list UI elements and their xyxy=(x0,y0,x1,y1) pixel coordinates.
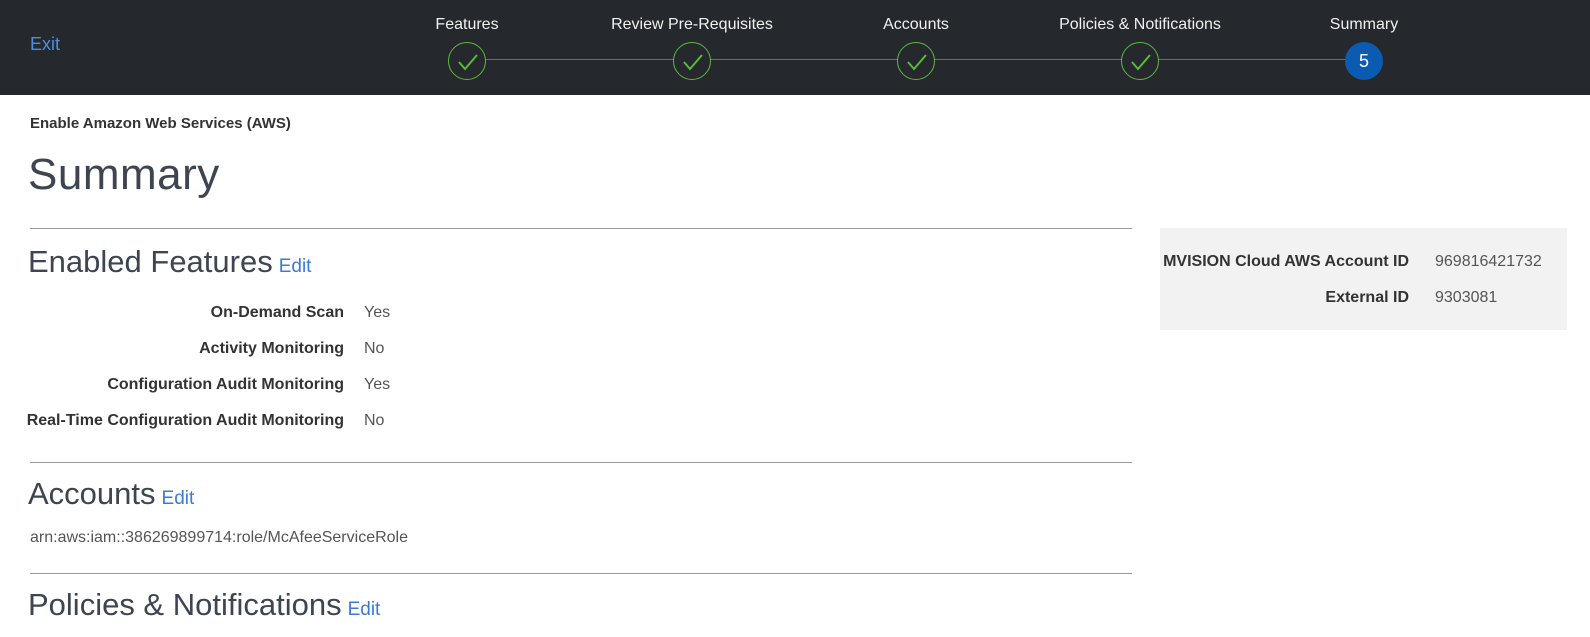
accounts-heading: Accounts Edit xyxy=(28,476,194,512)
step-complete-indicator xyxy=(673,42,711,80)
step-complete-indicator xyxy=(448,42,486,80)
checkmark-icon xyxy=(1131,54,1151,71)
account-arn: arn:aws:iam::386269899714:role/McAfeeSer… xyxy=(30,529,408,546)
info-label: MVISION Cloud AWS Account ID xyxy=(1163,253,1409,270)
policies-heading: Policies & Notifications Edit xyxy=(28,587,380,623)
step-summary[interactable]: Summary 5 xyxy=(1254,0,1474,95)
feature-label: Configuration Audit Monitoring xyxy=(107,376,344,393)
step-accounts[interactable]: Accounts xyxy=(806,0,1026,95)
feature-value: No xyxy=(364,412,385,429)
section-divider xyxy=(30,573,1132,574)
wizard-steps: Features Review Pre-Requisites Accounts xyxy=(0,0,1590,95)
info-value: 969816421732 xyxy=(1435,253,1542,270)
feature-label: Real-Time Configuration Audit Monitoring xyxy=(26,412,344,429)
feature-row: Real-Time Configuration Audit Monitoring… xyxy=(0,412,600,436)
page-subtitle: Enable Amazon Web Services (AWS) xyxy=(30,115,291,132)
section-divider xyxy=(30,462,1132,463)
wizard-header: Exit Features Review Pre-Requisites Acco… xyxy=(0,0,1590,95)
checkmark-icon xyxy=(458,54,478,71)
step-complete-indicator xyxy=(897,42,935,80)
checkmark-icon xyxy=(683,54,703,71)
feature-value: Yes xyxy=(364,304,391,321)
edit-policies-link[interactable]: Edit xyxy=(348,599,381,620)
step-label: Review Pre-Requisites xyxy=(611,16,773,33)
feature-row: Activity Monitoring No xyxy=(0,340,600,364)
account-info-panel: MVISION Cloud AWS Account ID 96981642173… xyxy=(1160,228,1567,330)
section-divider xyxy=(30,228,1132,229)
step-label: Features xyxy=(435,16,499,33)
edit-features-link[interactable]: Edit xyxy=(279,256,312,277)
feature-row: On-Demand Scan Yes xyxy=(0,304,600,328)
section-title: Enabled Features xyxy=(28,244,273,279)
step-features[interactable]: Features xyxy=(357,0,577,95)
section-title: Accounts xyxy=(28,476,156,511)
step-label: Accounts xyxy=(883,16,949,33)
step-policies-notifications[interactable]: Policies & Notifications xyxy=(1030,0,1250,95)
info-row: External ID 9303081 xyxy=(1160,289,1567,311)
feature-value: Yes xyxy=(364,376,391,393)
step-number-badge: 5 xyxy=(1345,42,1383,80)
page-title: Summary xyxy=(28,150,220,199)
edit-accounts-link[interactable]: Edit xyxy=(162,488,195,509)
step-label: Policies & Notifications xyxy=(1059,16,1221,33)
step-review-prerequisites[interactable]: Review Pre-Requisites xyxy=(582,0,802,95)
feature-label: On-Demand Scan xyxy=(210,304,344,321)
enabled-features-heading: Enabled Features Edit xyxy=(28,244,311,280)
step-complete-indicator xyxy=(1121,42,1159,80)
info-value: 9303081 xyxy=(1435,289,1498,306)
step-label: Summary xyxy=(1329,16,1399,33)
checkmark-icon xyxy=(907,54,927,71)
feature-row: Configuration Audit Monitoring Yes xyxy=(0,376,600,400)
info-label: External ID xyxy=(1325,289,1409,306)
feature-label: Activity Monitoring xyxy=(199,340,344,357)
info-row: MVISION Cloud AWS Account ID 96981642173… xyxy=(1160,253,1567,275)
feature-value: No xyxy=(364,340,385,357)
section-title: Policies & Notifications xyxy=(28,587,342,622)
